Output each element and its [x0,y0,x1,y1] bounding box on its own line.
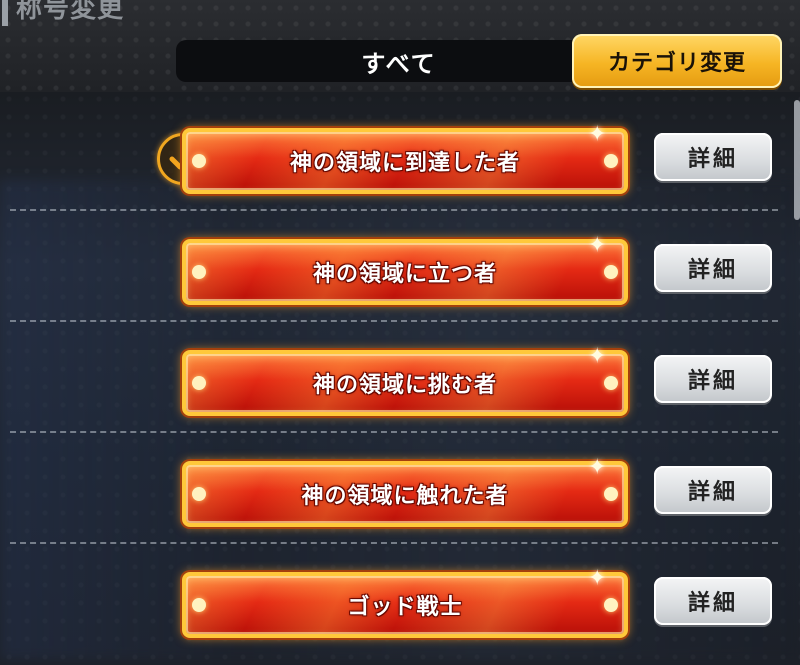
title-plate[interactable]: ✦ 神の領域に立つ者 [182,235,628,305]
sparkle-icon: ✦ [588,566,607,591]
title-plate[interactable]: ✦ 神の領域に到達した者 [182,124,628,194]
tab-all[interactable]: すべて [176,40,622,82]
change-category-button[interactable]: カテゴリ変更 [572,34,782,88]
title-name: 神の領域に立つ者 [312,262,497,287]
title-plate[interactable]: ✦ ゴッド戦士 [182,568,628,638]
title-row: ✦ 神の領域に到達した者 詳細 [0,98,800,211]
title-name: 神の領域に触れた者 [301,484,509,509]
title-plate[interactable]: ✦ 神の領域に触れた者 [182,457,628,527]
title-plate[interactable]: ✦ 神の領域に挑む者 [182,346,628,416]
sparkle-icon: ✦ [588,122,607,147]
sparkle-icon: ✦ [588,233,607,258]
title-row: ✦ 神の領域に挑む者 詳細 [0,320,800,433]
title-name: ゴッド戦士 [347,595,463,620]
detail-button[interactable]: 詳細 [654,355,772,403]
detail-button[interactable]: 詳細 [654,133,772,181]
sparkle-icon: ✦ [588,344,607,369]
title-row: ✦ 神の領域に触れた者 詳細 [0,431,800,544]
title-row: ✦ ゴッド戦士 詳細 [0,542,800,653]
title-row: ✦ 神の領域に立つ者 詳細 [0,209,800,322]
title-name: 神の領域に挑む者 [312,373,497,398]
page-title-text: 称号変更 [16,0,125,24]
sparkle-icon: ✦ [588,455,607,480]
page-title: 称号変更 [2,0,124,26]
detail-button[interactable]: 詳細 [654,466,772,514]
detail-button[interactable]: 詳細 [654,244,772,292]
title-name: 神の領域に到達した者 [289,151,520,176]
title-accent-bar [2,0,8,26]
detail-button[interactable]: 詳細 [654,577,772,625]
